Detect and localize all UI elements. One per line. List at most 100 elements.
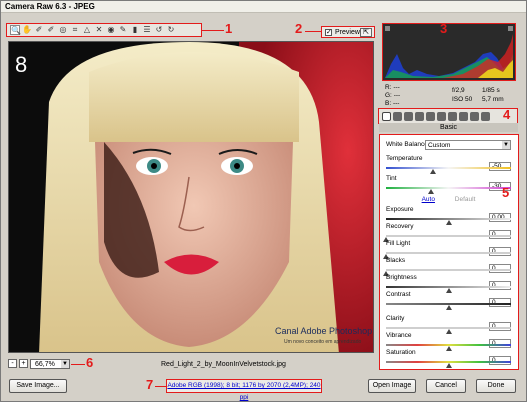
- preferences-tool-icon[interactable]: ☰: [142, 25, 152, 35]
- adjustment-brush-tool-icon[interactable]: ✎: [118, 25, 128, 35]
- saturation-thumb[interactable]: [446, 363, 452, 368]
- focal-length: 5,7 mm: [482, 96, 504, 103]
- g-value: ---: [393, 92, 401, 99]
- iso: ISO 50: [452, 96, 473, 103]
- cancel-button[interactable]: Cancel: [426, 379, 466, 393]
- watermark-tagline: Um novo conceito em aprendizado: [284, 339, 361, 345]
- auto-link[interactable]: Auto: [422, 196, 435, 203]
- annotation-line-7: [155, 386, 166, 387]
- camera-calibration-tab-icon[interactable]: [459, 111, 468, 121]
- recovery-slider[interactable]: [386, 235, 511, 237]
- preview-label: Preview: [335, 29, 360, 36]
- white-balance-row: White Balance: Custom ▼: [386, 140, 511, 150]
- portrait-photo: 8 Canal Adobe Photoshop Um novo conceito…: [9, 42, 373, 352]
- basic-tab-icon[interactable]: [382, 111, 391, 121]
- brightness-row: Brightness 0: [386, 274, 511, 293]
- workflow-options-link[interactable]: Adobe RGB (1998); 8 bit; 1176 by 2070 (2…: [166, 379, 322, 401]
- rotate-cw-tool-icon[interactable]: ↻: [166, 25, 176, 35]
- vibrance-label: Vibrance: [386, 332, 412, 339]
- shadow-clip-icon[interactable]: [385, 26, 390, 31]
- tint-thumb[interactable]: [428, 189, 434, 194]
- white-balance-label: White Balance:: [386, 141, 430, 148]
- preview-checkbox[interactable]: ✓: [325, 29, 332, 36]
- annotation-8: 8: [15, 52, 27, 77]
- vibrance-row: Vibrance 0: [386, 332, 511, 351]
- annotation-line-6: [71, 364, 85, 365]
- temperature-row: Temperature -50: [386, 155, 511, 174]
- recovery-label: Recovery: [386, 223, 414, 230]
- zoom-tool-icon[interactable]: 🔍: [10, 25, 21, 35]
- fill-light-row: Fill Light 0: [383, 240, 511, 259]
- blacks-slider[interactable]: [386, 269, 511, 271]
- window-title: Camera Raw 6.3 - JPEG: [5, 2, 95, 11]
- clarity-label: Clarity: [386, 315, 405, 322]
- clarity-row: Clarity 0: [386, 315, 511, 334]
- shutter-speed: 1/85 s: [482, 87, 500, 94]
- tool-bar: 🔍 ✋ ✐ ✐ ◎ ⌗ △ ✕ ◉ ✎ ▮ ☰ ↺ ↻: [6, 23, 202, 37]
- fullscreen-icon[interactable]: ⇱: [360, 28, 372, 37]
- saturation-label: Saturation: [386, 349, 416, 356]
- red-eye-tool-icon[interactable]: ◉: [106, 25, 116, 35]
- annotation-7: 7: [146, 377, 154, 392]
- blacks-row: Blacks 0: [383, 257, 511, 276]
- spot-removal-tool-icon[interactable]: ✕: [94, 25, 104, 35]
- zoom-out-button[interactable]: -: [8, 359, 17, 368]
- straighten-tool-icon[interactable]: △: [82, 25, 92, 35]
- annotation-2: 2: [295, 21, 303, 36]
- fill-light-slider[interactable]: [386, 252, 511, 254]
- contrast-thumb[interactable]: [446, 305, 452, 310]
- snapshots-tab-icon[interactable]: [481, 111, 490, 121]
- split-toning-tab-icon[interactable]: [426, 111, 435, 121]
- g-label: G:: [385, 92, 392, 99]
- annotation-3: 3: [440, 21, 448, 36]
- rotate-ccw-tool-icon[interactable]: ↺: [154, 25, 164, 35]
- targeted-adjustment-tool-icon[interactable]: ◎: [58, 25, 68, 35]
- graduated-filter-tool-icon[interactable]: ▮: [130, 25, 140, 35]
- fx-tab-icon[interactable]: [448, 111, 457, 121]
- annotation-5: 5: [502, 185, 510, 200]
- white-balance-tool-icon[interactable]: ✐: [34, 25, 44, 35]
- annotation-line-1: [202, 30, 224, 31]
- b-label: B:: [385, 100, 392, 107]
- white-balance-value: Custom: [428, 142, 451, 149]
- r-label: R:: [385, 84, 392, 91]
- save-image-button[interactable]: Save Image...: [9, 379, 67, 393]
- zoom-level-select[interactable]: 66,7% ▼: [30, 358, 70, 369]
- zoom-level-value: 66,7%: [35, 360, 55, 368]
- basic-panel: White Balance: Custom ▼ Temperature -50 …: [379, 134, 519, 370]
- detail-tab-icon[interactable]: [404, 111, 413, 121]
- hand-tool-icon[interactable]: ✋: [22, 25, 32, 35]
- watermark-brand: Canal Adobe Photoshop: [275, 326, 372, 336]
- crop-tool-icon[interactable]: ⌗: [70, 25, 80, 35]
- tint-slider[interactable]: [386, 187, 511, 189]
- highlight-clip-icon[interactable]: [508, 26, 513, 31]
- panel-tabs: [378, 108, 518, 124]
- image-preview[interactable]: 8 Canal Adobe Photoshop Um novo conceito…: [8, 41, 374, 353]
- lens-corrections-tab-icon[interactable]: [437, 111, 446, 121]
- done-button[interactable]: Done: [476, 379, 516, 393]
- contrast-label: Contrast: [386, 291, 411, 298]
- chevron-down-icon: ▼: [61, 359, 69, 368]
- exposure-label: Exposure: [386, 206, 414, 213]
- camera-raw-window: Camera Raw 6.3 - JPEG 🔍 ✋ ✐ ✐ ◎ ⌗ △ ✕ ◉ …: [0, 0, 527, 402]
- tone-curve-tab-icon[interactable]: [393, 111, 402, 121]
- presets-tab-icon[interactable]: [470, 111, 479, 121]
- fill-light-label: Fill Light: [386, 240, 411, 247]
- section-title: Basic: [379, 123, 518, 132]
- color-sampler-tool-icon[interactable]: ✐: [46, 25, 56, 35]
- recovery-row: Recovery 0: [383, 223, 511, 242]
- zoom-in-button[interactable]: +: [19, 359, 28, 368]
- temperature-slider[interactable]: [386, 167, 511, 169]
- annotation-1: 1: [225, 21, 233, 36]
- aperture: f/2,9: [452, 87, 465, 94]
- temperature-thumb[interactable]: [430, 169, 436, 174]
- default-link[interactable]: Default: [455, 196, 476, 203]
- white-balance-select[interactable]: Custom ▼: [425, 140, 511, 150]
- open-image-button[interactable]: Open Image: [368, 379, 416, 393]
- auto-default-row: Auto Default: [386, 196, 511, 203]
- annotation-6: 6: [86, 355, 94, 370]
- hsl-tab-icon[interactable]: [415, 111, 424, 121]
- title-bar: Camera Raw 6.3 - JPEG: [1, 1, 526, 13]
- chevron-down-icon: ▼: [502, 141, 510, 149]
- tint-label: Tint: [386, 175, 397, 182]
